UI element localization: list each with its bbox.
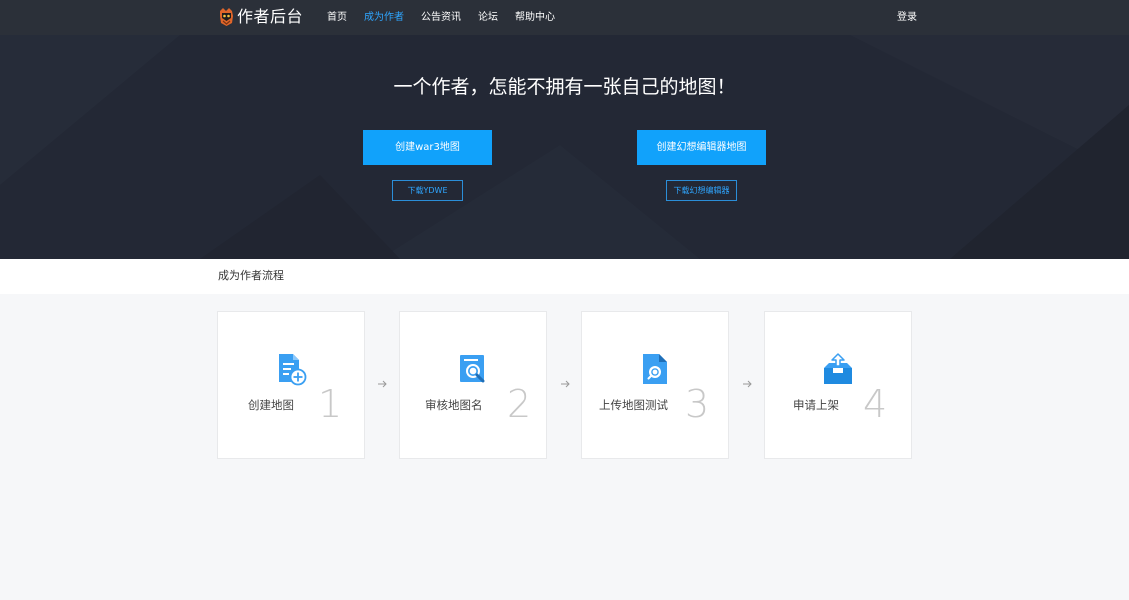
nav-home[interactable]: 首页 [327, 0, 347, 35]
login-link[interactable]: 登录 [897, 0, 917, 35]
step-label: 申请上架 [793, 398, 839, 412]
logo-text: 作者后台 [237, 7, 304, 26]
nav-forum[interactable]: 论坛 [478, 0, 498, 35]
step-label: 上传地图测试 [599, 398, 668, 412]
nav-announcements[interactable]: 公告资讯 [421, 0, 461, 35]
logo-mascot-icon [218, 7, 235, 27]
section-title: 成为作者流程 [218, 269, 284, 282]
download-ydwe-button[interactable]: 下载YDWE [392, 180, 463, 201]
arrow-right-icon [743, 380, 752, 388]
create-map-icon [274, 352, 308, 386]
hero-background [0, 35, 1129, 259]
upload-test-icon [638, 352, 672, 386]
nav-help-center[interactable]: 帮助中心 [515, 0, 555, 35]
step-number: 3 [685, 382, 710, 426]
download-fantasy-editor-button[interactable]: 下载幻想编辑器 [666, 180, 737, 201]
main-nav: 首页 成为作者 公告资讯 论坛 帮助中心 [327, 0, 572, 35]
step-card-3: 上传地图测试 3 [581, 311, 729, 459]
step-number: 1 [318, 382, 343, 426]
step-label: 创建地图 [248, 398, 294, 412]
step-number: 4 [863, 382, 888, 426]
arrow-right-icon [561, 380, 570, 388]
logo[interactable]: 作者后台 [218, 6, 303, 28]
create-war3-map-button[interactable]: 创建war3地图 [363, 130, 492, 165]
step-card-1: 创建地图 1 [217, 311, 365, 459]
apply-listing-icon [821, 352, 855, 386]
review-name-icon [456, 352, 490, 386]
step-number: 2 [507, 382, 532, 426]
hero-title: 一个作者，怎能不拥有一张自己的地图！ [393, 76, 736, 98]
create-fantasy-editor-map-button[interactable]: 创建幻想编辑器地图 [637, 130, 766, 165]
top-navbar: 作者后台 首页 成为作者 公告资讯 论坛 帮助中心 登录 [0, 0, 1129, 35]
step-card-4: 申请上架 4 [764, 311, 912, 459]
step-label: 审核地图名 [425, 398, 483, 412]
nav-become-author[interactable]: 成为作者 [364, 0, 404, 35]
arrow-right-icon [378, 380, 387, 388]
hero-banner: 一个作者，怎能不拥有一张自己的地图！ 创建war3地图 下载YDWE 创建幻想编… [0, 35, 1129, 259]
step-card-2: 审核地图名 2 [399, 311, 547, 459]
process-section-header: 成为作者流程 [0, 259, 1129, 294]
